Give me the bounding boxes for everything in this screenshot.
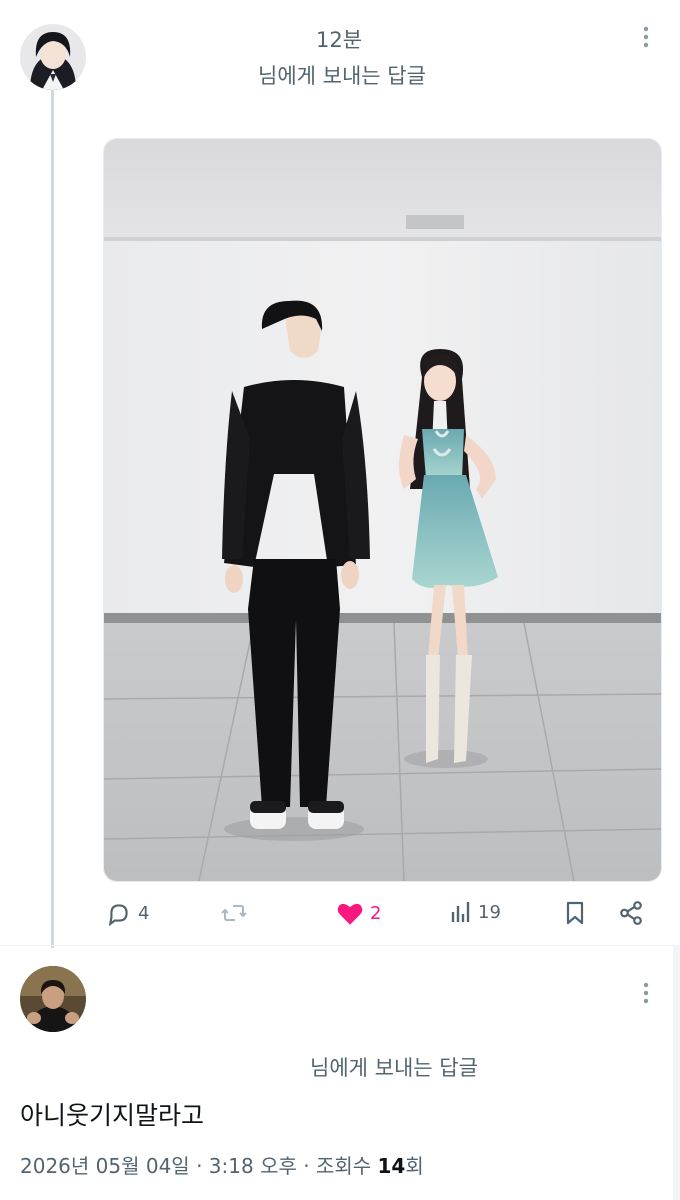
post-time[interactable]: 3:18 오후 [209,1154,297,1178]
reply-to-label[interactable]: 님에게 보내는 답글 [258,60,426,90]
more-options-icon[interactable] [643,982,649,1007]
like-count: 2 [370,902,382,924]
views-label: 조회수 [315,1154,372,1178]
views-button[interactable]: 19 [450,900,501,924]
heart-icon [336,900,364,926]
avatar[interactable] [20,24,86,90]
views-count: 19 [478,901,501,923]
views-icon [450,900,472,924]
share-icon [618,900,644,926]
share-button[interactable] [618,900,644,926]
post-metadata: 2026년 05월 04일 · 3:18 오후 · 조회수 14회 [20,1150,424,1179]
like-button[interactable]: 2 [336,900,381,926]
bookmark-icon [564,900,586,926]
reply-to-label[interactable]: 님에게 보내는 답글 [310,1052,478,1082]
reply-button[interactable]: 4 [106,900,149,926]
repost-icon [220,900,248,926]
separator-dot: · [196,1154,209,1178]
bookmark-button[interactable] [564,900,586,926]
post-photo[interactable] [103,138,662,882]
reply-icon [106,900,132,926]
reply-count: 4 [138,902,150,924]
more-options-icon[interactable] [643,26,649,51]
divider [0,945,680,946]
post-text: 아니웃기지말라고 [20,1101,205,1130]
repost-button[interactable] [220,900,254,926]
action-bar: 4 2 19 [0,900,680,930]
post-timestamp[interactable]: 12분 [316,24,362,54]
views-total: 14 [377,1154,406,1178]
separator-dot: · [303,1154,316,1178]
scrollbar-track[interactable] [673,945,680,1200]
views-suffix: 회 [405,1154,424,1178]
thread-line [51,90,54,948]
post-date[interactable]: 2026년 05월 04일 [20,1154,190,1178]
avatar[interactable] [20,966,86,1032]
